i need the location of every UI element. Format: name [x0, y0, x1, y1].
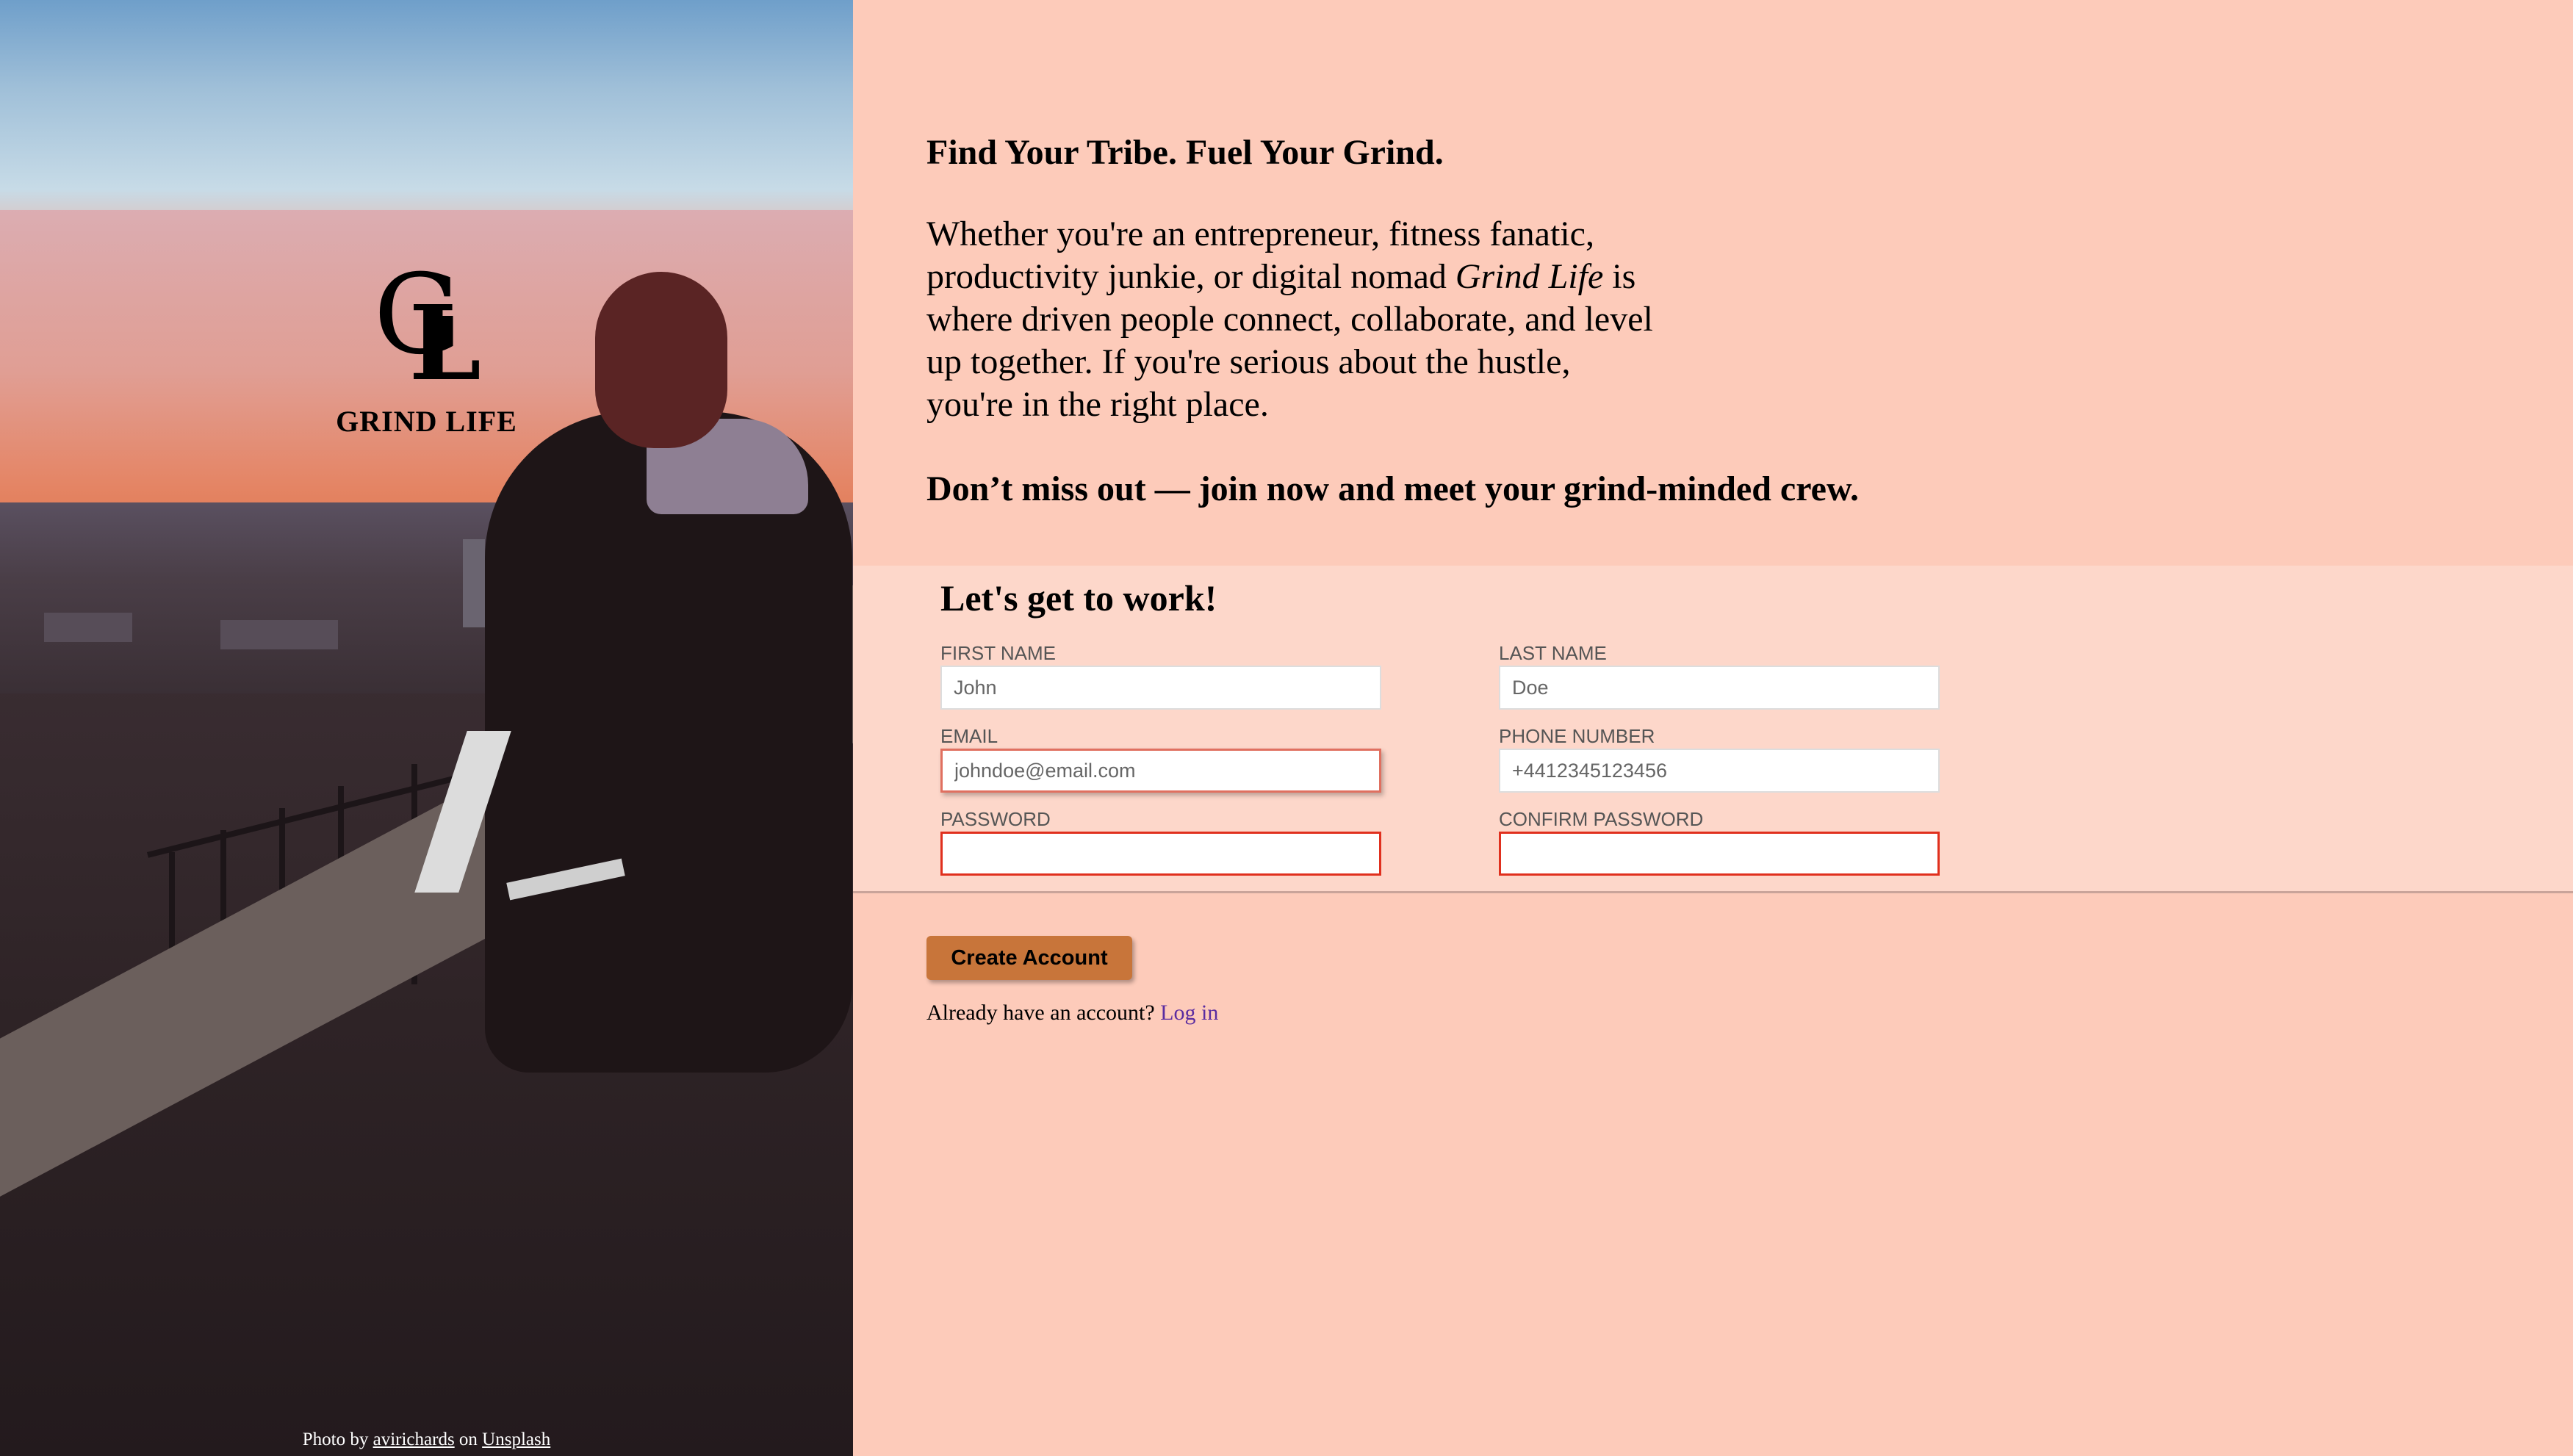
password-field[interactable] — [940, 832, 1381, 876]
phone-label: PHONE NUMBER — [1499, 725, 1655, 747]
phone-field[interactable] — [1499, 749, 1940, 793]
last-name-field[interactable] — [1499, 666, 1940, 710]
credit-author-link[interactable]: avirichards — [373, 1430, 455, 1449]
confirm-password-field[interactable] — [1499, 832, 1940, 876]
last-name-field-group: LAST NAME — [1499, 641, 1940, 710]
first-name-label: FIRST NAME — [940, 642, 1056, 664]
email-field[interactable] — [940, 749, 1381, 793]
credit-source-link[interactable]: Unsplash — [482, 1430, 550, 1449]
password-label: PASSWORD — [940, 808, 1051, 830]
brand-name: GRIND LIFE — [336, 405, 517, 438]
form-title: Let's get to work! — [940, 577, 1217, 619]
page-headline: Find Your Tribe. Fuel Your Grind. — [926, 133, 1444, 172]
pitch-brand-emphasis: Grind Life — [1455, 257, 1604, 296]
hero-photo: G L GRIND LIFE Photo by avirichards on U… — [0, 0, 853, 1456]
login-prompt: Already have an account? Log in — [926, 1001, 1219, 1025]
signup-content: Find Your Tribe. Fuel Your Grind. Whethe… — [853, 0, 2573, 1456]
phone-field-group: PHONE NUMBER — [1499, 724, 1940, 793]
logo-monogram: G L — [373, 251, 481, 404]
confirm-password-field-group: CONFIRM PASSWORD — [1499, 807, 1940, 876]
photo-credit: Photo by avirichards on Unsplash — [302, 1430, 551, 1449]
first-name-field[interactable] — [940, 666, 1381, 710]
email-field-group: EMAIL — [940, 724, 1381, 793]
last-name-label: LAST NAME — [1499, 642, 1607, 664]
login-link[interactable]: Log in — [1160, 1001, 1218, 1025]
brand-logo: G L GRIND LIFE — [0, 251, 853, 439]
call-to-action: Don’t miss out — join now and meet your … — [926, 469, 1859, 508]
confirm-password-label: CONFIRM PASSWORD — [1499, 808, 1704, 830]
email-label: EMAIL — [940, 725, 998, 747]
signup-form: Let's get to work! FIRST NAME LAST NAME … — [853, 566, 2573, 893]
first-name-field-group: FIRST NAME — [940, 641, 1381, 710]
pitch-paragraph: Whether you're an entrepreneur, fitness … — [926, 215, 1653, 424]
password-field-group: PASSWORD — [940, 807, 1381, 876]
create-account-button[interactable]: Create Account — [926, 936, 1132, 980]
